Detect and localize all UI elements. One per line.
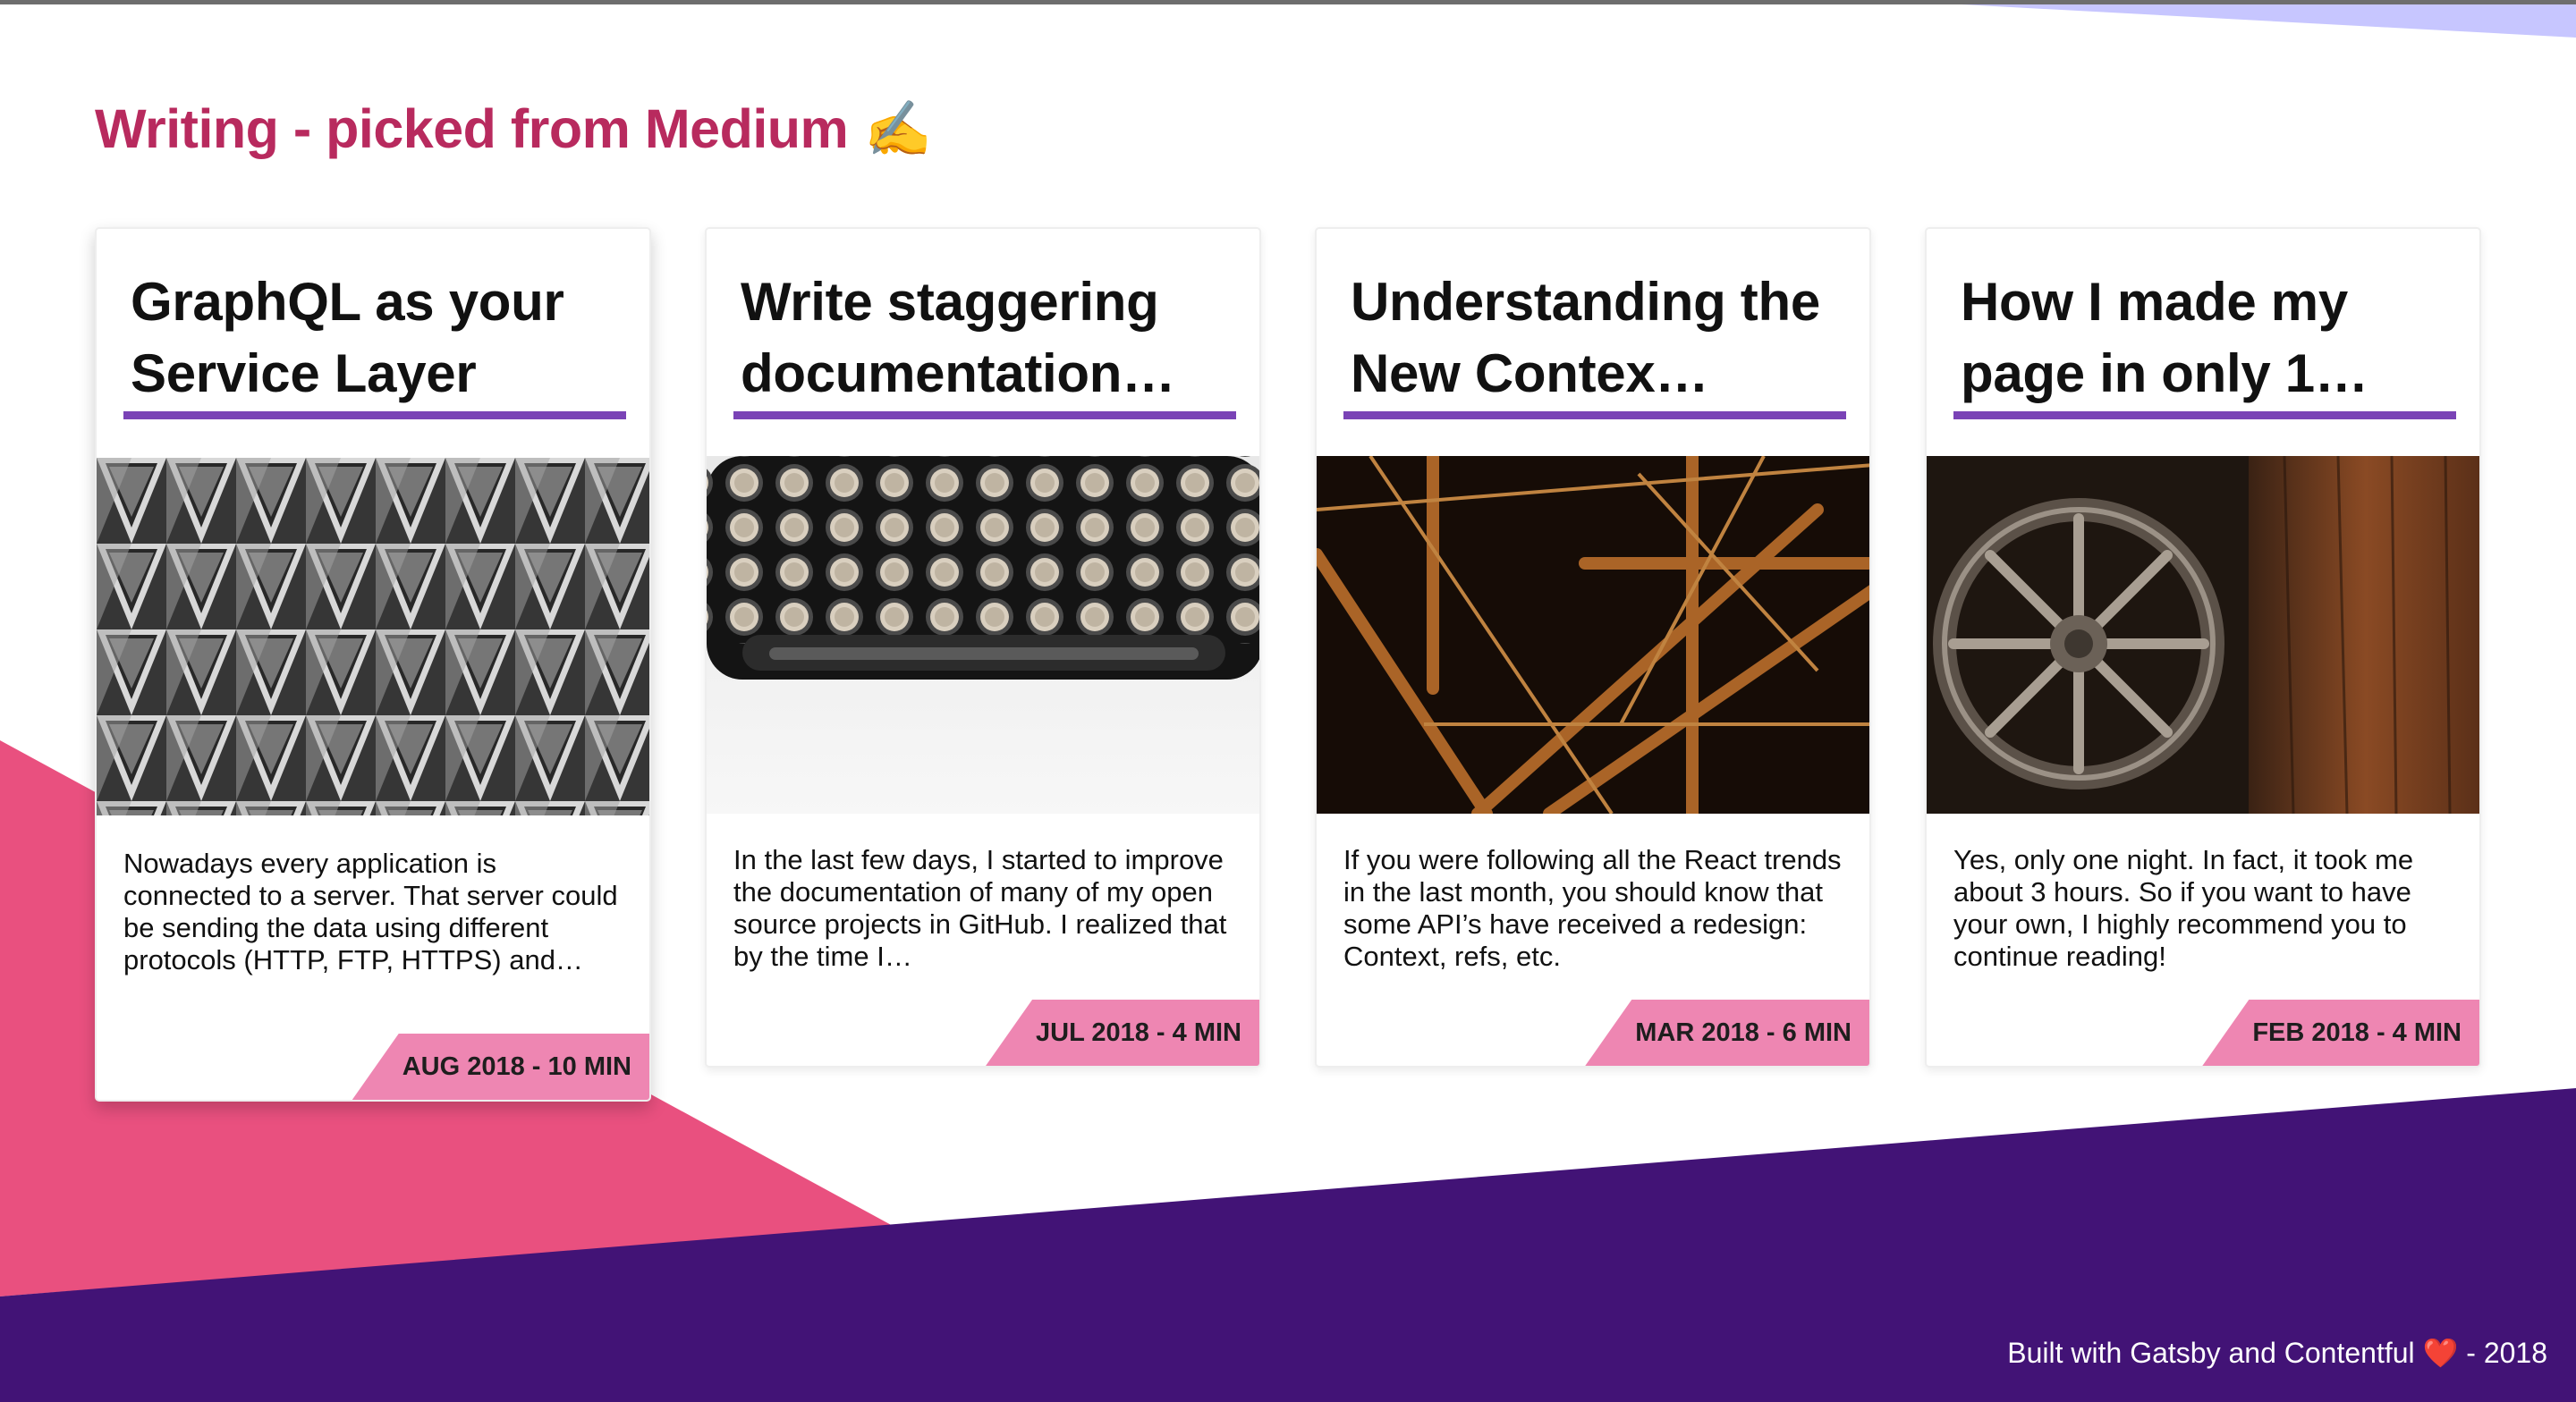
title-underline [1953,411,2456,419]
card-excerpt: In the last few days, I started to impro… [733,844,1227,972]
date-read-time-badge: AUG 2018 - 10 MIN [352,1034,649,1100]
post-card-page-in-one-night[interactable]: How I made my page in only 1… Yes, only … [1925,227,2481,1068]
steel-bridge-at-night-photo [1317,456,1869,814]
card-title: Understanding the New Contex… [1351,272,1820,403]
wooden-wagon-wheel-photo [1927,456,2479,814]
heart-icon: ❤️ [2422,1336,2459,1370]
date-read-time-badge: MAR 2018 - 6 MIN [1585,1000,1869,1066]
title-underline [733,411,1236,419]
post-card-graphql[interactable]: GraphQL as your Service Layer Nowadays e… [95,227,651,1102]
card-excerpt: If you were following all the React tren… [1343,844,1842,972]
date-read-time-badge: FEB 2018 - 4 MIN [2202,1000,2479,1066]
concrete-lattice-building-photo [97,458,649,815]
top-right-lavender-shape [1878,0,2576,38]
writing-hand-icon: ✍️ [864,97,932,161]
post-card-context[interactable]: Understanding the New Contex… If you wer… [1315,227,1871,1068]
card-title: How I made my page in only 1… [1961,272,2368,403]
typewriter-keys-photo [707,456,1259,814]
footer-credits: Built with Gatsby and Contentful ❤️ - 20… [2007,1336,2547,1370]
card-excerpt: Nowadays every application is connected … [123,848,618,975]
section-title: Writing - picked from Medium ✍️ [95,97,932,161]
date-read-time-badge: JUL 2018 - 4 MIN [986,1000,1259,1066]
title-underline [123,411,626,419]
title-underline [1343,411,1846,419]
footer-text: Built with Gatsby and Contentful [2007,1337,2415,1369]
card-title: GraphQL as your Service Layer [131,272,564,403]
top-border [0,0,2576,4]
card-title: Write staggering documentation… [741,272,1175,403]
section-title-text: Writing - picked from Medium [95,98,849,159]
footer-year: - 2018 [2466,1337,2547,1369]
post-card-documentation[interactable]: Write staggering documentation… In the l… [705,227,1261,1068]
card-excerpt: Yes, only one night. In fact, it took me… [1953,844,2414,972]
